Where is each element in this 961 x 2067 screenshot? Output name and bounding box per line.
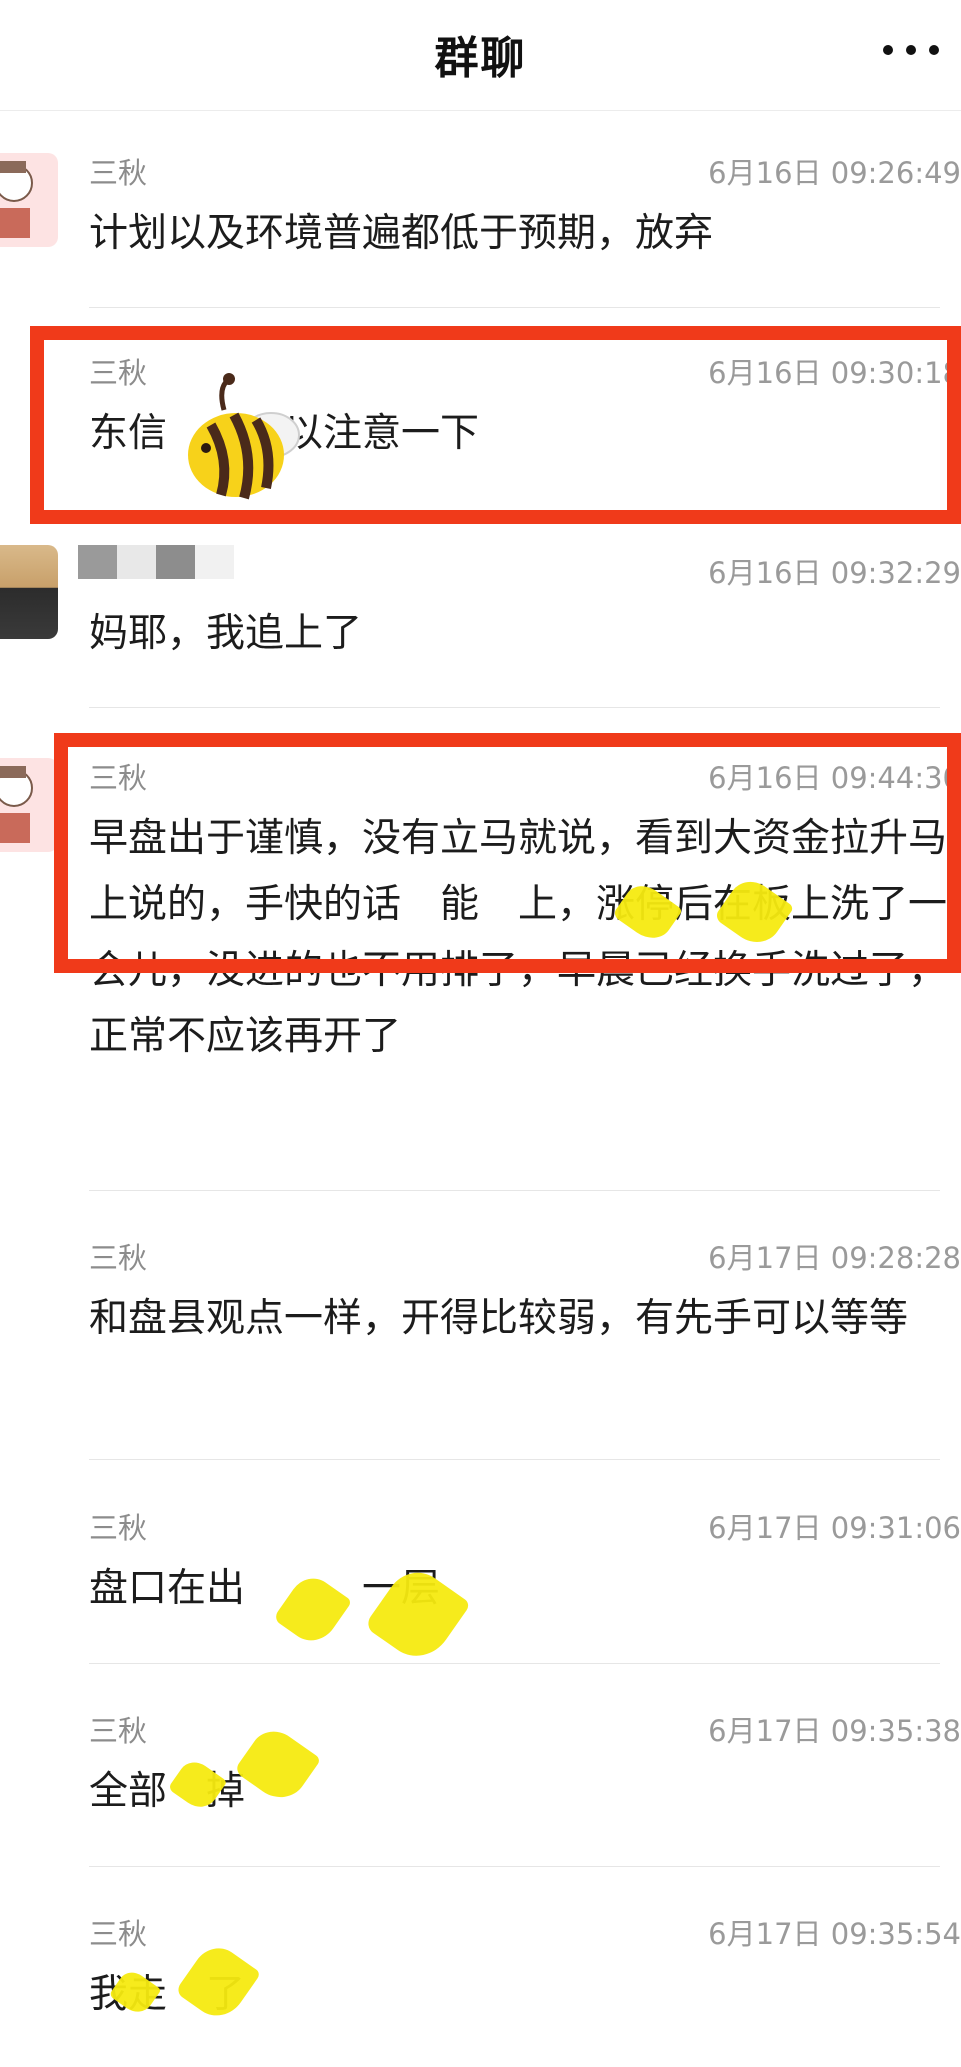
avatar[interactable] (0, 545, 58, 639)
avatar[interactable] (0, 153, 58, 247)
avatar[interactable] (0, 758, 58, 852)
divider (89, 1190, 940, 1191)
divider (89, 1663, 940, 1664)
sender-name: 三秋 (89, 156, 148, 190)
sender-name: 三秋 (89, 761, 148, 795)
message-text[interactable]: 和盘县观点一样，开得比较弱，有先手可以等等 (89, 1286, 949, 1352)
sender-name: 三秋 (89, 1511, 148, 1545)
sender-name: 三秋 (89, 1241, 148, 1275)
chat-header: 群聊 (0, 0, 961, 111)
message-time: 6月17日 09:35:38 (708, 1714, 961, 1748)
divider (89, 1866, 940, 1867)
sender-name: 三秋 (89, 356, 148, 390)
sender-name: 三秋 (89, 1917, 148, 1951)
message-time: 6月17日 09:31:06 (708, 1511, 961, 1545)
message-text[interactable]: 盘口在出 一层 (89, 1556, 949, 1622)
message-time: 6月16日 09:44:30 (708, 761, 961, 795)
redacted-sender-name (78, 545, 234, 579)
divider (89, 307, 940, 308)
divider (89, 707, 940, 708)
message-text[interactable]: 早盘出于谨慎，没有立马就说，看到大资金拉升马上说的，手快的话 能 上，涨停后在板… (89, 806, 949, 1070)
message-text[interactable]: 计划以及环境普遍都低于预期，放弃 (89, 201, 949, 267)
message-time: 6月17日 09:35:54 (708, 1917, 961, 1951)
bee-sticker (188, 373, 300, 500)
divider (89, 1459, 940, 1460)
chat-title: 群聊 (434, 33, 527, 84)
message-time: 6月16日 09:32:29 (708, 556, 961, 590)
message-time: 6月16日 09:26:49 (708, 156, 961, 190)
message-time: 6月17日 09:28:28 (708, 1241, 961, 1275)
message-time: 6月16日 09:30:18 (708, 356, 961, 390)
message-text[interactable]: 妈耶，我追上了 (89, 601, 949, 667)
sender-name: 三秋 (89, 1714, 148, 1748)
more-dots-icon[interactable] (883, 30, 939, 70)
